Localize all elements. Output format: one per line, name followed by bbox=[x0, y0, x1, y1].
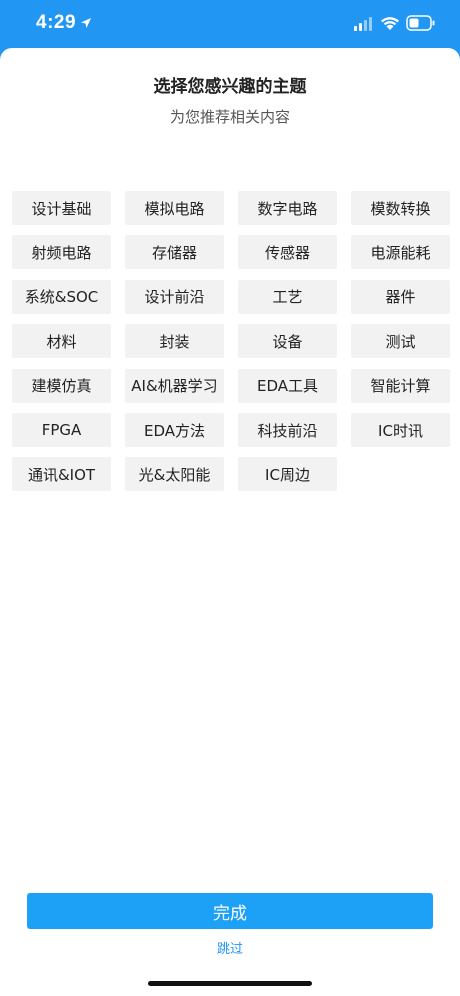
topic-chip[interactable]: 系统&SOC bbox=[12, 279, 111, 314]
topic-chip[interactable]: 封装 bbox=[125, 324, 224, 359]
topic-chip[interactable]: AI&机器学习 bbox=[125, 368, 224, 403]
skip-link[interactable]: 跳过 bbox=[0, 938, 460, 957]
topic-chip[interactable]: IC时讯 bbox=[351, 413, 450, 447]
topic-chip[interactable]: EDA工具 bbox=[238, 368, 337, 403]
topic-chip[interactable]: 传感器 bbox=[238, 235, 337, 270]
page-title: 选择您感兴趣的主题 bbox=[153, 77, 307, 97]
topic-chip[interactable]: 模数转换 bbox=[351, 191, 450, 225]
topic-selection-sheet: 选择您感兴趣的主题 为您推荐相关内容 设计基础 模拟电路 数字电路 模数转换射频电路存… bbox=[0, 48, 460, 996]
status-time: 4:29 bbox=[36, 12, 77, 33]
signal-icon bbox=[354, 17, 372, 31]
topic-chip[interactable]: 建模仿真 bbox=[12, 368, 111, 403]
topic-chip[interactable]: 材料 bbox=[12, 324, 111, 359]
topic-chip[interactable]: 工艺 bbox=[238, 279, 337, 314]
topic-chip[interactable]: FPGA bbox=[12, 413, 111, 447]
topic-chip[interactable]: 科技前沿 bbox=[238, 413, 337, 447]
topic-chip[interactable]: 电源能耗 bbox=[351, 235, 450, 270]
topic-chip[interactable]: 模拟电路 bbox=[125, 191, 224, 225]
battery-icon bbox=[406, 15, 435, 31]
topic-chip[interactable]: IC周边 bbox=[238, 457, 337, 492]
topic-chip[interactable]: 数字电路 bbox=[238, 191, 337, 225]
location-arrow-icon bbox=[81, 18, 91, 28]
topic-chip[interactable]: 通讯&IOT bbox=[12, 457, 111, 492]
topic-chip[interactable]: 测试 bbox=[351, 324, 450, 359]
topic-chip[interactable]: 设计前沿 bbox=[125, 279, 224, 314]
topic-chip[interactable]: 设备 bbox=[238, 324, 337, 359]
topic-chip[interactable]: 存储器 bbox=[125, 235, 224, 270]
topic-chip[interactable]: 智能计算 bbox=[351, 368, 450, 403]
topic-chip[interactable]: EDA方法 bbox=[125, 413, 224, 447]
done-button[interactable]: 完成 bbox=[27, 893, 433, 929]
topic-chip[interactable]: 设计基础 bbox=[12, 191, 111, 225]
home-indicator bbox=[148, 981, 312, 986]
topic-chip[interactable]: 光&太阳能 bbox=[125, 457, 224, 492]
topic-chip[interactable]: 射频电路 bbox=[12, 235, 111, 270]
status-bar: 4:29 bbox=[0, 0, 460, 48]
page-subtitle: 为您推荐相关内容 bbox=[169, 108, 290, 126]
wifi-icon bbox=[381, 17, 399, 30]
topic-chip[interactable]: 器件 bbox=[351, 279, 450, 314]
